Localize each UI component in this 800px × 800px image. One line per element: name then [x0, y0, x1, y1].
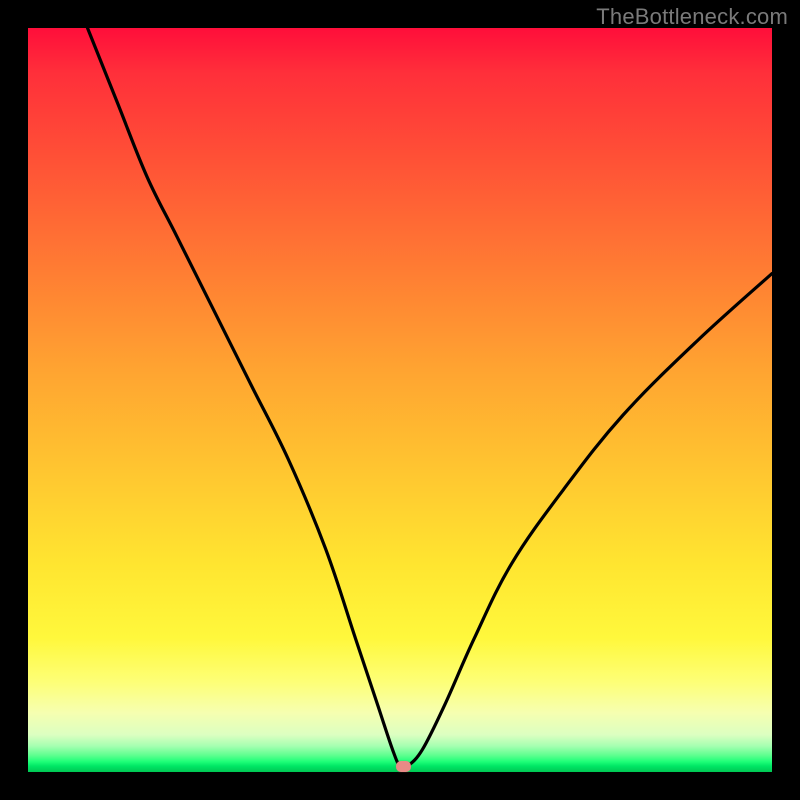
- chart-frame: TheBottleneck.com: [0, 0, 800, 800]
- bottleneck-curve: [28, 28, 772, 772]
- optimal-point-marker: [396, 761, 411, 772]
- watermark-text: TheBottleneck.com: [596, 4, 788, 30]
- plot-area: [28, 28, 772, 772]
